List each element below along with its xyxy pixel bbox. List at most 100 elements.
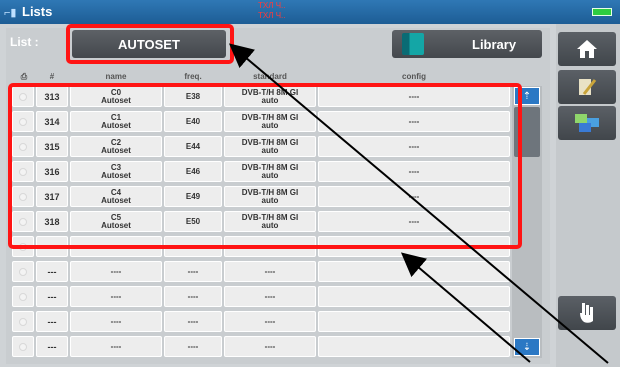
- row-name: C0 Autoset: [70, 86, 162, 107]
- row-name-line1: ----: [110, 291, 122, 301]
- row-name: C3 Autoset: [70, 161, 162, 182]
- row-standard-line2: auto: [261, 220, 279, 230]
- row-select-icon[interactable]: [19, 167, 27, 176]
- library-label: Library: [472, 36, 517, 52]
- table-row[interactable]: --- ---- ---- ----: [12, 236, 510, 259]
- header-number: #: [49, 72, 55, 81]
- row-standard: ----: [224, 286, 316, 307]
- autoset-button[interactable]: AUTOSET: [72, 30, 226, 58]
- row-select-icon[interactable]: [19, 317, 27, 326]
- row-standard-line2: auto: [261, 195, 279, 205]
- row-name: ----: [70, 336, 162, 357]
- row-select-icon[interactable]: [19, 267, 27, 276]
- table-row[interactable]: 313 C0 Autoset E38 DVB-T/H 8M GI auto ----: [12, 86, 510, 109]
- status-line: ТХЛ Ч..: [258, 1, 286, 10]
- row-freq: ----: [164, 236, 222, 257]
- lists-icon: ⌐▮: [4, 7, 17, 19]
- table-row[interactable]: 316 C3 Autoset E46 DVB-T/H 8M GI auto ----: [12, 161, 510, 184]
- table-row[interactable]: 318 C5 Autoset E50 DVB-T/H 8M GI auto ----: [12, 211, 510, 234]
- row-standard-line2: auto: [261, 95, 279, 105]
- status-line: ТХЛ Ч..: [258, 11, 286, 20]
- screens-button[interactable]: [558, 106, 616, 140]
- table-row[interactable]: --- ---- ---- ----: [12, 336, 510, 359]
- row-select-icon[interactable]: [19, 192, 27, 201]
- row-select-cell[interactable]: [12, 261, 34, 282]
- header-standard: standard: [253, 72, 287, 81]
- row-name-line2: Autoset: [101, 195, 131, 205]
- row-config: [318, 336, 510, 357]
- scrollbar[interactable]: ⇡ ⇣: [512, 86, 542, 358]
- row-config: ----: [318, 211, 510, 232]
- row-standard-line2: auto: [261, 120, 279, 130]
- row-standard-line1: ----: [264, 241, 276, 251]
- row-config: ----: [318, 161, 510, 182]
- row-name: ----: [70, 236, 162, 257]
- row-config: ----: [318, 86, 510, 107]
- row-select-cell[interactable]: [12, 311, 34, 332]
- row-number: 316: [36, 161, 68, 182]
- row-freq: ----: [164, 336, 222, 357]
- row-select-icon[interactable]: [19, 117, 27, 126]
- row-standard: DVB-T/H 8M GI auto: [224, 211, 316, 232]
- hand-button[interactable]: [558, 296, 616, 330]
- row-freq: E40: [164, 111, 222, 132]
- row-select-cell[interactable]: [12, 236, 34, 257]
- scroll-down-icon[interactable]: ⇣: [514, 338, 540, 356]
- row-select-icon[interactable]: [19, 92, 27, 101]
- row-name-line1: ----: [110, 316, 122, 326]
- title-bar: ⌐▮ Lists ТХЛ Ч.. ТХЛ Ч..: [0, 0, 620, 24]
- home-button[interactable]: [558, 32, 616, 66]
- row-select-cell[interactable]: [12, 186, 34, 207]
- row-select-cell[interactable]: [12, 286, 34, 307]
- header-config: config: [402, 72, 426, 81]
- row-freq: ----: [164, 261, 222, 282]
- header-name: name: [105, 72, 127, 81]
- row-standard-line1: ----: [264, 291, 276, 301]
- row-number: ---: [36, 336, 68, 357]
- row-number: ---: [36, 286, 68, 307]
- row-name: ----: [70, 286, 162, 307]
- row-select-cell[interactable]: [12, 336, 34, 357]
- row-select-icon[interactable]: [19, 242, 27, 251]
- row-name-line1: ----: [110, 241, 122, 251]
- row-select-icon[interactable]: [19, 142, 27, 151]
- row-select-cell[interactable]: [12, 86, 34, 107]
- row-number: 315: [36, 136, 68, 157]
- row-name: C1 Autoset: [70, 111, 162, 132]
- row-name: ----: [70, 311, 162, 332]
- row-standard: DVB-T/H 8M GI auto: [224, 86, 316, 107]
- table-row[interactable]: 317 C4 Autoset E49 DVB-T/H 8M GI auto ----: [12, 186, 510, 209]
- scroll-up-icon[interactable]: ⇡: [514, 87, 540, 105]
- row-standard-line1: ----: [264, 316, 276, 326]
- row-select-cell[interactable]: [12, 136, 34, 157]
- row-select-cell[interactable]: [12, 111, 34, 132]
- row-name: C4 Autoset: [70, 186, 162, 207]
- table-row[interactable]: 315 C2 Autoset E44 DVB-T/H 8M GI auto ----: [12, 136, 510, 159]
- row-name-line1: ----: [110, 266, 122, 276]
- library-button[interactable]: Library: [392, 30, 542, 58]
- home-icon: [577, 40, 597, 58]
- row-name-line1: ----: [110, 341, 122, 351]
- row-config: [318, 286, 510, 307]
- edit-button[interactable]: [558, 70, 616, 104]
- battery-icon: [592, 8, 612, 16]
- row-standard-line2: auto: [261, 170, 279, 180]
- row-freq: ----: [164, 286, 222, 307]
- row-select-cell[interactable]: [12, 161, 34, 182]
- row-number: ---: [36, 261, 68, 282]
- row-select-icon[interactable]: [19, 292, 27, 301]
- table-row[interactable]: 314 C1 Autoset E40 DVB-T/H 8M GI auto ----: [12, 111, 510, 134]
- row-select-cell[interactable]: [12, 211, 34, 232]
- table-row[interactable]: --- ---- ---- ----: [12, 311, 510, 334]
- row-standard-line2: auto: [261, 145, 279, 155]
- table-row[interactable]: --- ---- ---- ----: [12, 261, 510, 284]
- row-freq: ----: [164, 311, 222, 332]
- scroll-thumb[interactable]: [514, 107, 540, 157]
- row-name: C2 Autoset: [70, 136, 162, 157]
- row-name-line2: Autoset: [101, 145, 131, 155]
- row-select-icon[interactable]: [19, 217, 27, 226]
- table-row[interactable]: --- ---- ---- ----: [12, 286, 510, 309]
- hand-icon: [580, 303, 593, 323]
- row-standard: DVB-T/H 8M GI auto: [224, 161, 316, 182]
- row-select-icon[interactable]: [19, 342, 27, 351]
